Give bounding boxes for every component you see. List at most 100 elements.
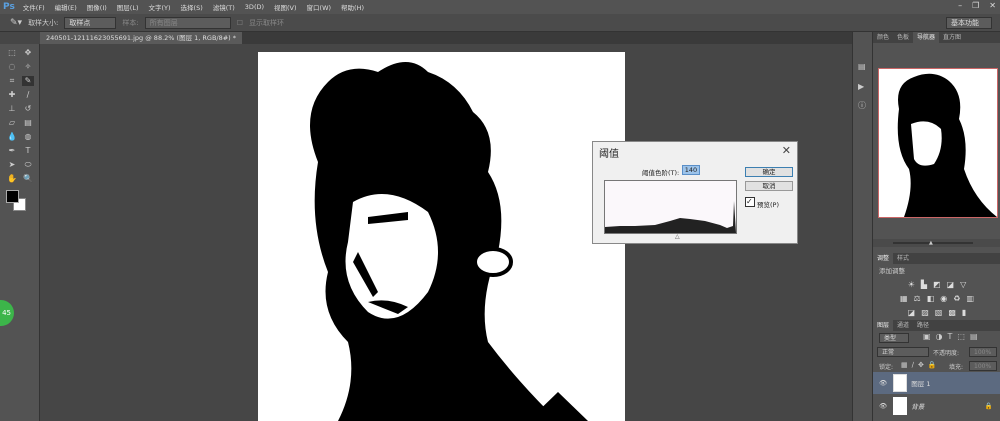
layer-kind-filter[interactable]: 类型 <box>879 333 909 343</box>
tab-styles[interactable]: 样式 <box>893 253 913 264</box>
threshold-level-input[interactable]: 140 <box>682 165 700 175</box>
hue-saturation-icon[interactable]: ▦ <box>900 294 908 303</box>
color-balance-icon[interactable]: ⚖ <box>914 294 921 303</box>
magic-wand-icon[interactable]: ✧ <box>22 62 34 72</box>
menu-image[interactable]: 图像(I) <box>87 2 107 12</box>
zoom-slider-handle[interactable]: ▲ <box>929 240 933 246</box>
eyedropper-icon[interactable]: ✎▾ <box>10 18 22 28</box>
eyedropper-tool-icon[interactable]: ✎ <box>22 76 34 86</box>
visibility-eye-icon[interactable]: 👁 <box>879 379 887 387</box>
opacity-input[interactable]: 100% <box>969 347 997 357</box>
blur-tool-icon[interactable]: 💧 <box>6 132 18 142</box>
actions-panel-icon[interactable]: ▶ <box>858 82 864 91</box>
ellipse-tool-icon[interactable]: ⬭ <box>22 160 34 170</box>
lock-icons[interactable]: ▦∕✥🔒 <box>901 361 941 369</box>
tab-adjustments[interactable]: 调整 <box>873 253 894 264</box>
exposure-icon[interactable]: ◪ <box>947 280 955 289</box>
vibrance-icon[interactable]: ▽ <box>960 280 966 289</box>
fill-input[interactable]: 100% <box>969 361 997 371</box>
blend-mode-select[interactable]: 正常 <box>877 347 929 357</box>
channel-mixer-icon[interactable]: ♻ <box>953 294 960 303</box>
invert-icon[interactable]: ◪ <box>908 308 916 317</box>
black-white-icon[interactable]: ◧ <box>927 294 935 303</box>
crop-tool-icon[interactable]: ⌗ <box>6 76 18 86</box>
eraser-tool-icon[interactable]: ▱ <box>6 118 18 128</box>
levels-icon[interactable]: ▙ <box>921 280 927 289</box>
navigator-preview[interactable] <box>878 68 998 218</box>
menu-help[interactable]: 帮助(H) <box>341 2 364 12</box>
marquee-tool-icon[interactable]: ⬚ <box>6 48 18 58</box>
layer-row[interactable]: 👁 图层 1 <box>873 372 1000 394</box>
menu-select[interactable]: 选择(S) <box>181 2 203 12</box>
history-brush-icon[interactable]: ↺ <box>22 104 34 114</box>
fill-label: 填充: <box>949 364 964 371</box>
brightness-icon[interactable]: ☀ <box>908 280 915 289</box>
window-controls: – ❐ ✕ <box>958 1 996 10</box>
show-ring-checkbox[interactable]: ☐ <box>237 19 243 27</box>
posterize-icon[interactable]: ▨ <box>921 308 929 317</box>
gradient-map-icon[interactable]: ▮ <box>962 308 966 317</box>
selective-color-icon[interactable]: ▩ <box>948 308 956 317</box>
adjustment-icons: ☀ ▙ ◩ ◪ ▽ ▦ ⚖ ◧ ◉ ♻ ▥ ◪ ▨ ▧ ▩ ▮ <box>873 275 1000 317</box>
cancel-button[interactable]: 取消 <box>745 181 793 191</box>
sample-select[interactable]: 所有图层 <box>144 16 231 29</box>
layer-name[interactable]: 背景 <box>911 401 924 411</box>
info-panel-icon[interactable]: ⓘ <box>858 100 866 111</box>
layer-name[interactable]: 图层 1 <box>911 378 930 388</box>
tab-paths[interactable]: 路径 <box>913 320 933 331</box>
healing-brush-icon[interactable]: ✚ <box>6 90 18 100</box>
sample-size-select[interactable]: 取样点 <box>64 16 117 29</box>
stamp-tool-icon[interactable]: ⊥ <box>6 104 18 114</box>
visibility-eye-icon[interactable]: 👁 <box>879 402 887 410</box>
minimize-icon[interactable]: – <box>958 1 962 10</box>
color-lookup-icon[interactable]: ▥ <box>966 294 974 303</box>
collapsed-panel-strip: ▤ ▶ ⓘ <box>852 32 872 421</box>
ok-button[interactable]: 确定 <box>745 167 793 177</box>
menu-filter[interactable]: 滤镜(T) <box>213 2 235 12</box>
document-tab[interactable]: 240501-12111623055691.jpg @ 88.2% (图层 1,… <box>40 32 243 44</box>
menu-bar: Ps 文件(F) 编辑(E) 图像(I) 图层(L) 文字(Y) 选择(S) 滤… <box>0 0 1000 14</box>
threshold-slider-handle[interactable]: △ <box>675 233 680 240</box>
document-canvas[interactable] <box>258 52 625 421</box>
menu-edit[interactable]: 编辑(E) <box>55 2 77 12</box>
history-panel-icon[interactable]: ▤ <box>858 62 866 71</box>
tab-swatches[interactable]: 色板 <box>893 32 913 43</box>
pen-tool-icon[interactable]: ✒ <box>6 146 18 156</box>
layer-thumbnail <box>893 397 908 415</box>
threshold-icon[interactable]: ▧ <box>935 308 943 317</box>
brush-tool-icon[interactable]: ∕ <box>22 90 34 100</box>
tab-layers[interactable]: 图层 <box>873 320 894 331</box>
layer-filter-icons[interactable]: ▣◑T⬚▤ <box>923 332 983 341</box>
gradient-tool-icon[interactable]: ▤ <box>22 118 34 128</box>
foreground-color-swatch[interactable] <box>6 190 19 203</box>
type-tool-icon[interactable]: T <box>22 146 34 156</box>
tab-color[interactable]: 颜色 <box>873 32 893 43</box>
layers-panel-tabs: 图层 通道 路径 <box>873 320 1000 331</box>
hand-tool-icon[interactable]: ✋ <box>6 174 18 184</box>
tab-channels[interactable]: 通道 <box>893 320 913 331</box>
zoom-tool-icon[interactable]: 🔍 <box>22 174 34 184</box>
close-icon[interactable]: ✕ <box>782 144 791 157</box>
menu-layer[interactable]: 图层(L) <box>117 2 139 12</box>
photo-filter-icon[interactable]: ◉ <box>940 294 947 303</box>
curves-icon[interactable]: ◩ <box>933 280 941 289</box>
menu-type[interactable]: 文字(Y) <box>149 2 171 12</box>
dodge-tool-icon[interactable]: ◍ <box>22 132 34 142</box>
menu-3d[interactable]: 3D(D) <box>245 3 264 11</box>
toolbar: ⬚ ✥ ◌ ✧ ⌗ ✎ ✚ ∕ ⊥ ↺ ▱ ▤ 💧 ◍ ✒ T ➤ ⬭ ✋ 🔍 <box>0 44 40 421</box>
menu-file[interactable]: 文件(F) <box>23 2 45 12</box>
preview-checkbox[interactable]: ✓ <box>745 197 755 207</box>
lasso-tool-icon[interactable]: ◌ <box>6 62 18 72</box>
layer-row[interactable]: 👁 背景 🔒 <box>873 395 1000 417</box>
restore-icon[interactable]: ❐ <box>972 1 979 10</box>
workspace-select[interactable]: 基本功能 <box>946 17 992 29</box>
zoom-slider[interactable]: ▲ <box>873 239 1000 247</box>
sample-label: 样本: <box>122 18 139 27</box>
tab-histogram[interactable]: 直方图 <box>939 32 965 43</box>
close-icon[interactable]: ✕ <box>989 1 996 10</box>
menu-view[interactable]: 视图(V) <box>274 2 297 12</box>
tab-navigator[interactable]: 导航器 <box>913 32 940 43</box>
move-tool-icon[interactable]: ✥ <box>22 48 34 58</box>
path-select-icon[interactable]: ➤ <box>6 160 18 170</box>
menu-window[interactable]: 窗口(W) <box>307 2 332 12</box>
